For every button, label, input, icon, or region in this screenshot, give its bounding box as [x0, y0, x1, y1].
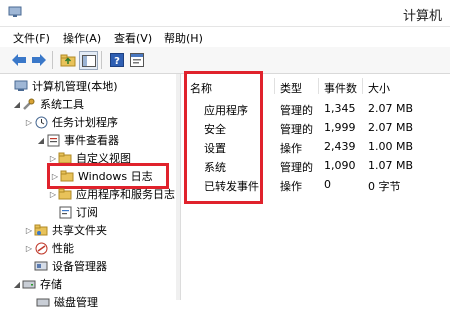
log-type-cell: 操作 — [280, 142, 302, 155]
collapse-arrow-icon[interactable]: ◢ — [36, 135, 46, 145]
column-header-size[interactable]: 大小 — [368, 80, 390, 96]
shared-folder-icon — [34, 224, 48, 237]
menu-help[interactable]: 帮助(H) — [164, 30, 203, 46]
tree-item-label: 应用程序和服务日志 — [76, 188, 175, 201]
log-type-cell: 操作 — [280, 180, 302, 193]
log-size-cell: 1.07 MB — [368, 159, 414, 172]
task-scheduler-icon — [34, 116, 48, 129]
log-size-cell: 2.07 MB — [368, 102, 414, 115]
storage-icon — [22, 278, 36, 291]
tree-item-label: Windows 日志 — [78, 170, 153, 183]
menu-action[interactable]: 操作(A) — [63, 30, 101, 46]
tree-item-label: 系统工具 — [40, 98, 84, 111]
collapse-arrow-icon[interactable]: ◢ — [12, 99, 22, 109]
tree-item-system-tools[interactable]: ◢ 系统工具 — [12, 95, 84, 113]
tree-item-storage[interactable]: ◢ 存储 — [12, 275, 62, 293]
system-tools-icon — [22, 98, 36, 111]
tree-item-computer-management[interactable]: 计算机管理(本地) — [14, 77, 118, 95]
tree-item-shared-folders[interactable]: ▷ 共享文件夹 — [24, 221, 107, 239]
tree-item-label: 共享文件夹 — [52, 224, 107, 237]
expand-arrow-icon[interactable]: ▷ — [50, 171, 60, 181]
tree-item-label: 性能 — [52, 242, 74, 255]
event-count-cell: 0 — [324, 178, 331, 191]
log-name-cell[interactable]: 应用程序 — [204, 102, 248, 118]
column-header-type[interactable]: 类型 — [280, 80, 302, 96]
toolbar-separator — [52, 51, 53, 69]
properties-icon[interactable] — [128, 51, 145, 68]
help-icon[interactable]: ? — [108, 51, 125, 68]
window-title: 计算机 — [402, 9, 442, 24]
up-folder-icon[interactable] — [59, 51, 76, 68]
tree-item-subscriptions[interactable]: 订阅 — [58, 203, 98, 221]
svg-text:?: ? — [114, 56, 120, 67]
tree-item-label: 订阅 — [76, 206, 98, 219]
log-size-cell: 1.00 MB — [368, 140, 414, 153]
menu-view[interactable]: 查看(V) — [114, 30, 152, 46]
log-size-cell: 0 字节 — [368, 180, 401, 193]
computer-management-icon — [14, 80, 28, 93]
forward-icon[interactable] — [30, 51, 47, 68]
disk-management-icon — [36, 296, 50, 309]
computer-management-app-icon — [8, 6, 22, 18]
log-size-cell: 2.07 MB — [368, 121, 414, 134]
performance-icon — [34, 242, 48, 255]
log-name-cell[interactable]: 已转发事件 — [204, 178, 259, 194]
column-divider[interactable] — [318, 78, 319, 94]
column-divider[interactable] — [362, 78, 363, 94]
event-count-cell: 1,999 — [324, 121, 356, 134]
log-name-cell[interactable]: 系统 — [204, 159, 226, 175]
tree-item-device-manager[interactable]: 设备管理器 — [34, 257, 107, 275]
tree-item-label: 事件查看器 — [64, 134, 119, 147]
column-header-count[interactable]: 事件数 — [324, 80, 357, 96]
event-viewer-icon — [46, 134, 60, 147]
folder-icon — [60, 170, 74, 183]
tree-item-windows-logs[interactable]: ▷ Windows 日志 — [50, 167, 153, 185]
tree-item-label: 存储 — [40, 278, 62, 291]
collapse-arrow-icon[interactable]: ◢ — [12, 279, 22, 289]
tree-item-label: 设备管理器 — [52, 260, 107, 273]
subscriptions-icon — [58, 206, 72, 219]
tree-item-disk-management[interactable]: 磁盘管理 — [36, 293, 98, 311]
expand-arrow-icon[interactable]: ▷ — [24, 225, 34, 235]
device-manager-icon — [34, 260, 48, 273]
event-count-cell: 1,090 — [324, 159, 356, 172]
log-type-cell: 管理的 — [280, 161, 313, 174]
tree-item-performance[interactable]: ▷ 性能 — [24, 239, 74, 257]
toolbar-separator — [101, 51, 102, 69]
tree-item-label: 任务计划程序 — [52, 116, 118, 129]
tree-item-label: 计算机管理(本地) — [32, 80, 118, 93]
tree-item-apps-services-logs[interactable]: ▷ 应用程序和服务日志 — [48, 185, 175, 203]
expand-arrow-icon[interactable]: ▷ — [48, 153, 58, 163]
tree-item-task-scheduler[interactable]: ▷ 任务计划程序 — [24, 113, 118, 131]
back-icon[interactable] — [10, 51, 27, 68]
event-count-cell: 1,345 — [324, 102, 356, 115]
log-type-cell: 管理的 — [280, 104, 313, 117]
menu-file[interactable]: 文件(F) — [13, 30, 50, 46]
log-type-cell: 管理的 — [280, 123, 313, 136]
column-divider[interactable] — [274, 78, 275, 94]
log-name-cell[interactable]: 安全 — [204, 121, 226, 137]
log-name-cell[interactable]: 设置 — [204, 140, 226, 156]
show-hide-tree-icon[interactable] — [79, 51, 98, 70]
expand-arrow-icon[interactable]: ▷ — [24, 243, 34, 253]
tree-item-event-viewer[interactable]: ◢ 事件查看器 — [36, 131, 119, 149]
expand-arrow-icon[interactable]: ▷ — [48, 189, 58, 199]
title-bar — [0, 0, 450, 27]
tree-item-label: 磁盘管理 — [54, 296, 98, 309]
event-count-cell: 2,439 — [324, 140, 356, 153]
expand-arrow-icon[interactable]: ▷ — [24, 117, 34, 127]
folder-icon — [58, 188, 72, 201]
